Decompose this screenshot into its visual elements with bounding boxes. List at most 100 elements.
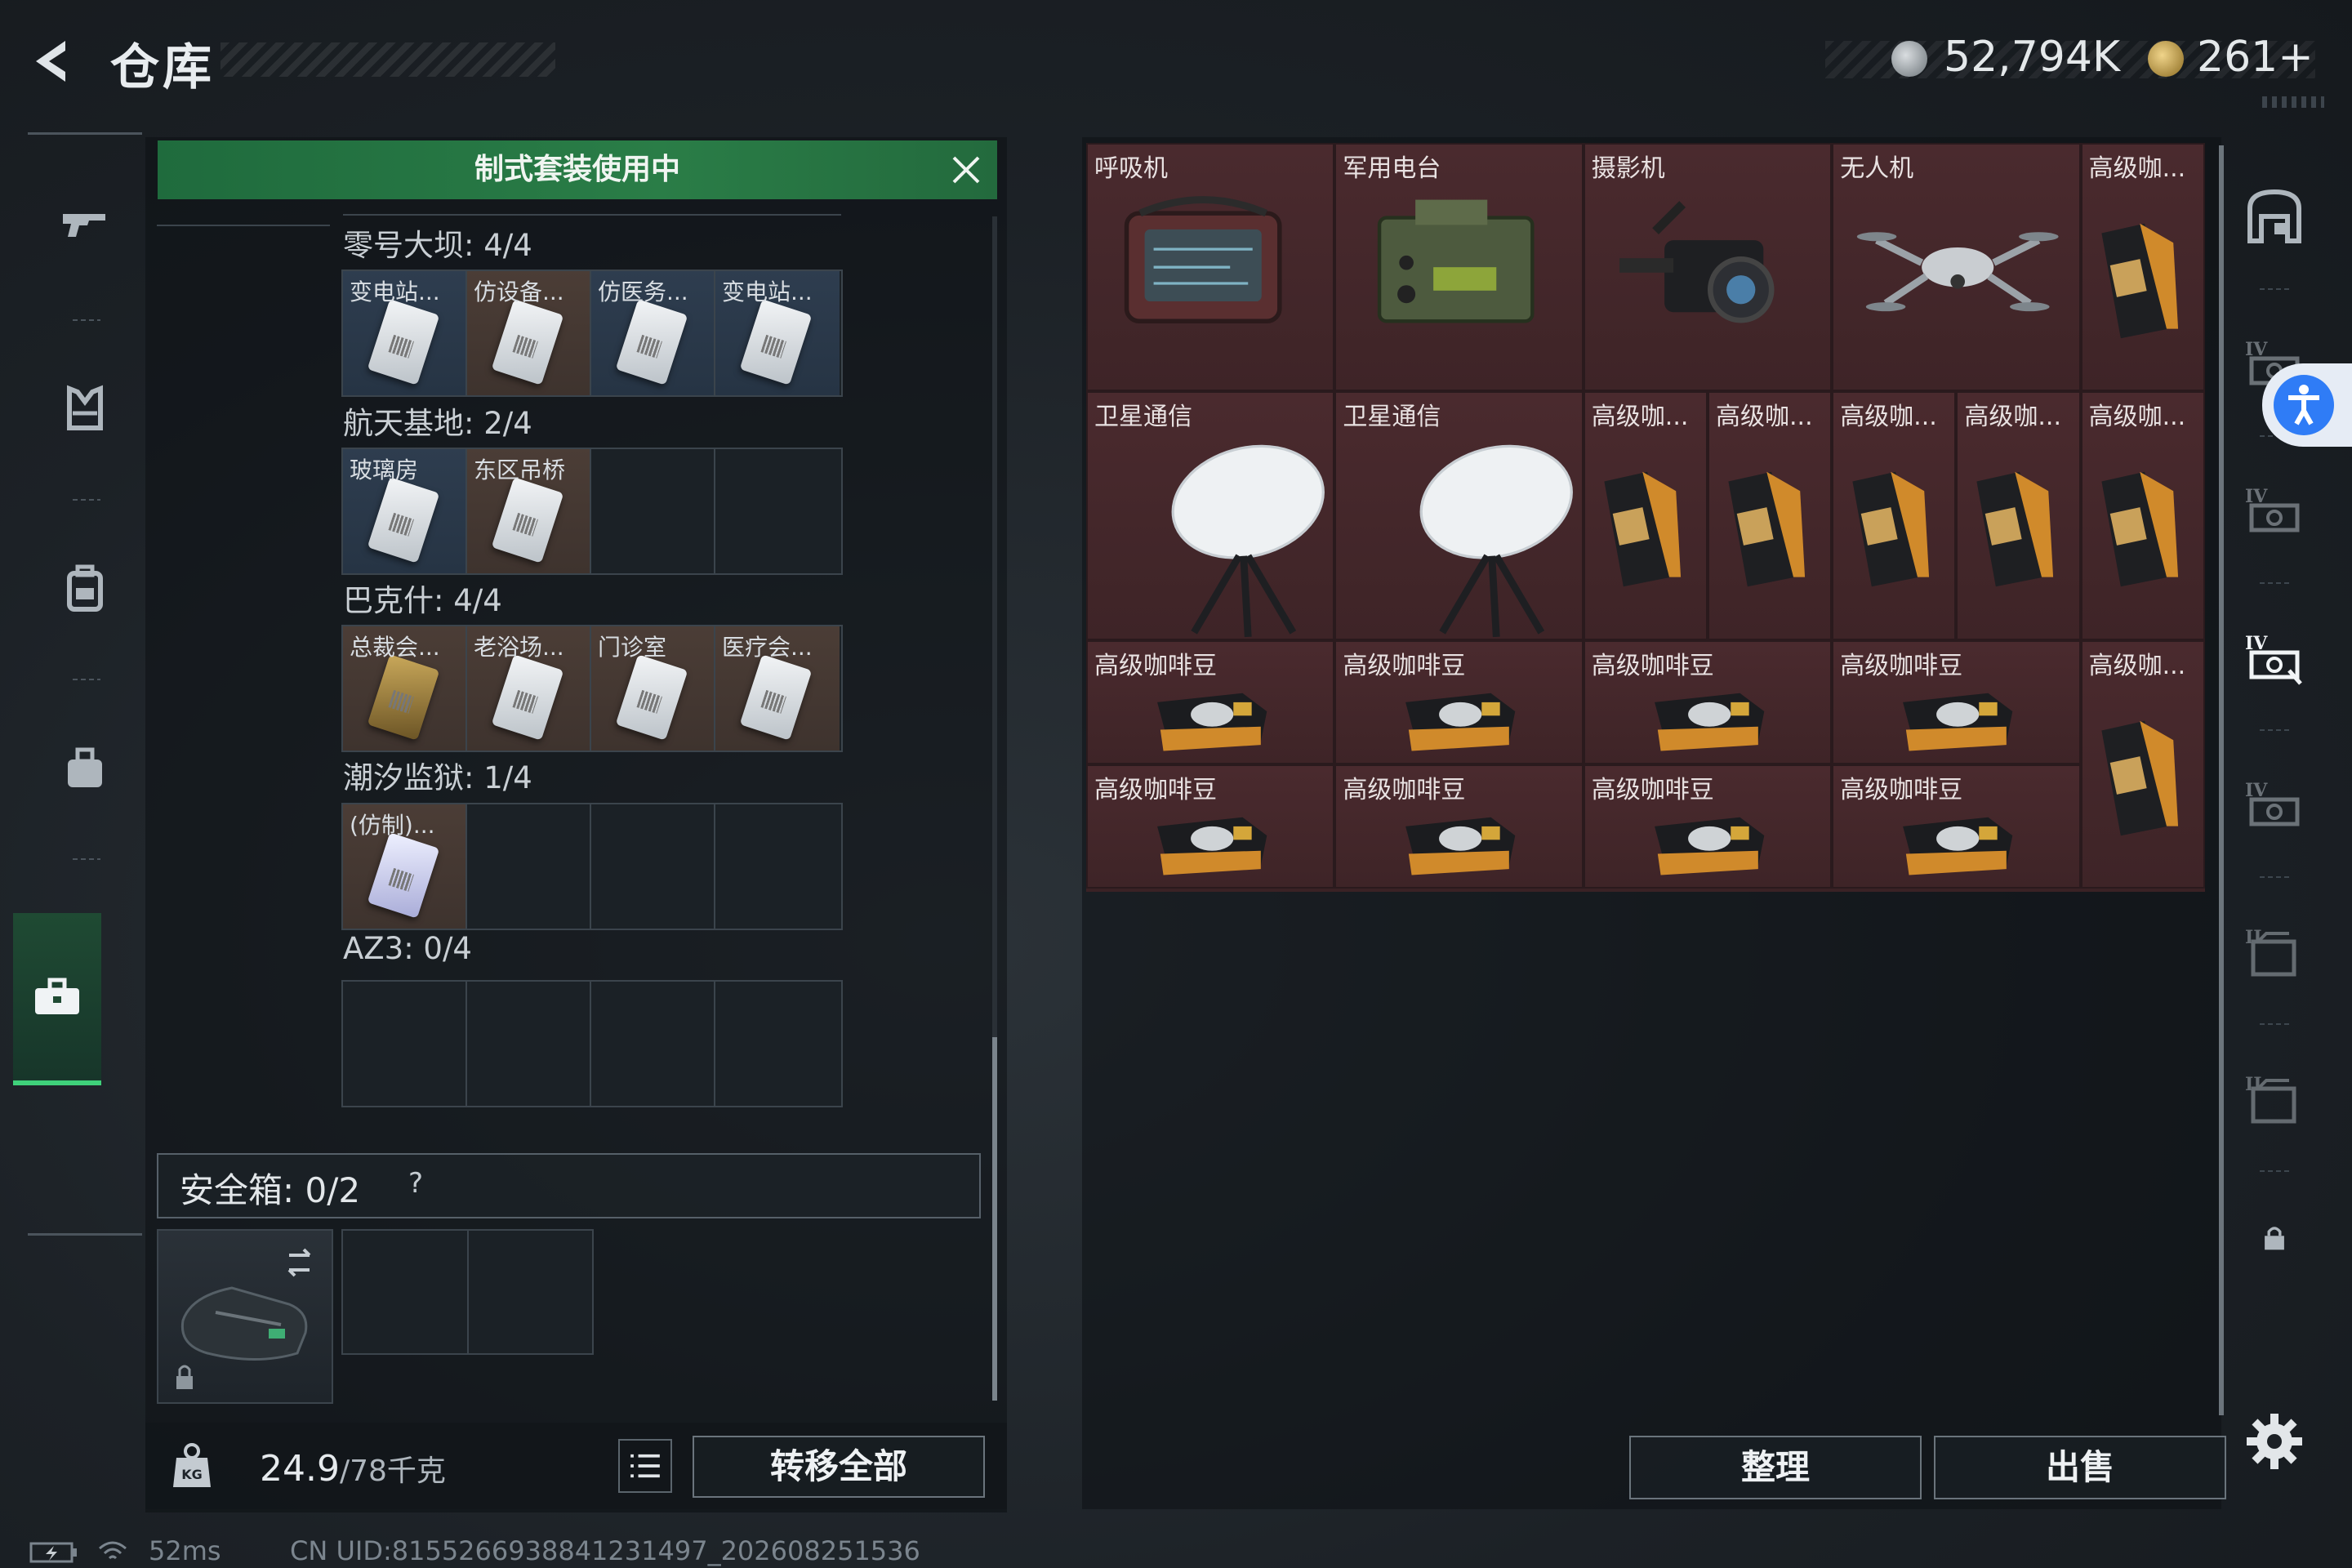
key-card-icon	[739, 654, 813, 741]
storage-item-cell[interactable]: 军用电台	[1334, 143, 1584, 392]
left-scrollbar-thumb[interactable]	[992, 1037, 997, 1401]
weight-capacity: /78千克	[339, 1454, 446, 1488]
decoration-dots	[2262, 96, 2324, 108]
sort-button[interactable]: 整理	[1629, 1436, 1922, 1499]
status-bar: 52ms CN UID:8155266938841231497_20260825…	[0, 1535, 2352, 1568]
svg-text:KG: KG	[181, 1467, 203, 1482]
back-button[interactable]	[24, 33, 82, 90]
nav-weapon[interactable]	[28, 135, 142, 314]
storage-item-cell[interactable]: 高级咖啡豆	[1086, 764, 1335, 889]
storage-iv-icon: IV	[2245, 633, 2302, 685]
safebox-slot[interactable]	[469, 1231, 593, 1353]
storage-item-cell[interactable]: 高级咖...	[1708, 391, 1833, 640]
key-slot-row: 总裁会... 老浴场... 门诊室 医疗会...	[341, 625, 843, 752]
weight-value: 24.9	[260, 1448, 340, 1490]
storage-scrollbar[interactable]	[2219, 145, 2224, 1415]
key-card-slot[interactable]: 变电站...	[715, 271, 840, 395]
key-card-slot[interactable]: 仿医务...	[591, 271, 715, 395]
empty-key-slot[interactable]	[715, 982, 840, 1106]
storage-item-cell[interactable]: 高级咖啡豆	[1583, 764, 1833, 889]
storage-item-label: 高级咖啡豆	[1591, 776, 1714, 804]
currency-gold-value[interactable]: 261+	[2197, 33, 2314, 82]
key-card-slot[interactable]: 总裁会...	[343, 626, 467, 751]
armor-icon	[67, 385, 103, 430]
uid-text: CN UID:8155266938841231497_202608251536	[290, 1535, 920, 1566]
nav-backpack[interactable]	[28, 499, 142, 679]
sell-button[interactable]: 出售	[1934, 1436, 2226, 1499]
storage-iv-icon: IV	[2245, 780, 2300, 826]
section-label: 零号大坝: 4/4	[343, 228, 532, 263]
storage-item-cell[interactable]: 高级咖...	[1956, 391, 2081, 640]
storage-item-label: 高级咖啡豆	[1343, 651, 1466, 680]
tab-storage-iv-3-active[interactable]: IV	[2225, 584, 2323, 731]
section-label: 巴克什: 4/4	[343, 583, 502, 618]
key-card-slot[interactable]: 仿设备...	[467, 271, 591, 395]
tab-storage-iv-4[interactable]: IV	[2225, 731, 2323, 878]
key-card-slot[interactable]: 医疗会...	[715, 626, 840, 751]
key-card-slot[interactable]: (仿制)...	[343, 804, 467, 929]
back-arrow-icon	[36, 41, 65, 82]
nav-toolbox-active[interactable]	[13, 913, 101, 1085]
tab-safe-house[interactable]	[2225, 143, 2323, 290]
empty-key-slot[interactable]	[591, 449, 715, 573]
empty-key-slot[interactable]	[467, 804, 591, 929]
key-card-icon	[367, 299, 440, 385]
key-card-slot[interactable]: 玻璃房	[343, 449, 467, 573]
storage-item-cell[interactable]: 高级咖啡豆	[1334, 764, 1584, 889]
empty-key-slot[interactable]	[591, 804, 715, 929]
settings-button[interactable]	[2242, 1409, 2307, 1474]
key-card-label: 东区吊桥	[474, 457, 566, 483]
tab-storage-ii-1[interactable]: II	[2225, 878, 2323, 1025]
key-card-label: 总裁会...	[350, 634, 440, 661]
empty-key-slot[interactable]	[343, 982, 467, 1106]
safebox-slot[interactable]	[343, 1231, 469, 1353]
hidden-slot-edge	[157, 200, 330, 226]
storage-item-cell[interactable]: 高级咖...	[2080, 639, 2205, 889]
storage-item-cell[interactable]: 无人机	[1832, 143, 2081, 392]
weight-readout: 24.9/78千克	[260, 1447, 446, 1490]
key-card-slot[interactable]: 老浴场...	[467, 626, 591, 751]
list-view-button[interactable]	[618, 1439, 672, 1493]
storage-ii-icon: II	[2245, 927, 2296, 977]
storage-item-cell[interactable]: 呼吸机	[1086, 143, 1335, 392]
storage-item-cell[interactable]: 高级咖啡豆	[1334, 639, 1584, 764]
storage-item-cell[interactable]: 摄影机	[1583, 143, 1833, 392]
storage-item-cell[interactable]: 高级咖啡豆	[1583, 639, 1833, 764]
key-card-label: 变电站...	[722, 278, 813, 305]
storage-item-cell[interactable]: 卫星通信	[1334, 391, 1584, 640]
key-card-icon	[615, 654, 688, 741]
nav-armor[interactable]	[28, 319, 142, 499]
key-card-slot[interactable]: 东区吊桥	[467, 449, 591, 573]
gold-coin-icon[interactable]	[2148, 41, 2184, 77]
section-label: 航天基地: 2/4	[343, 406, 532, 441]
key-card-slot[interactable]: 门诊室	[591, 626, 715, 751]
empty-key-slot[interactable]	[467, 982, 591, 1106]
empty-key-slot[interactable]	[591, 982, 715, 1106]
banner-close-button[interactable]	[947, 151, 985, 189]
weight-icon: KG	[172, 1441, 212, 1490]
storage-item-cell[interactable]: 高级咖...	[2080, 391, 2205, 640]
key-card-icon	[367, 832, 440, 919]
tab-storage-iv-2[interactable]: IV	[2225, 437, 2323, 584]
bag-icon	[68, 747, 102, 787]
storage-item-cell[interactable]: 高级咖...	[2080, 143, 2205, 392]
safebox-case-slot[interactable]	[157, 1229, 333, 1404]
key-card-slot[interactable]: 变电站...	[343, 271, 467, 395]
storage-item-cell[interactable]: 高级咖啡豆	[1832, 639, 2081, 764]
storage-item-cell[interactable]: 高级咖...	[1832, 391, 1957, 640]
nav-bag[interactable]	[28, 679, 142, 858]
gear-icon	[2247, 1414, 2302, 1469]
storage-item-cell[interactable]: 高级咖...	[1583, 391, 1708, 640]
storage-item-cell[interactable]: 高级咖啡豆	[1832, 764, 2081, 889]
transfer-all-button[interactable]: 转移全部	[693, 1436, 985, 1498]
key-card-label: (仿制)...	[350, 812, 435, 839]
empty-key-slot[interactable]	[715, 804, 840, 929]
key-card-label: 门诊室	[598, 634, 667, 661]
storage-item-cell[interactable]: 高级咖啡豆	[1086, 639, 1335, 764]
safebox-help-button[interactable]: ?	[399, 1166, 433, 1200]
storage-item-cell[interactable]: 卫星通信	[1086, 391, 1335, 640]
empty-key-slot[interactable]	[715, 449, 840, 573]
tab-locked[interactable]	[2225, 1172, 2323, 1303]
storage-item-label: 高级咖...	[1716, 403, 1813, 432]
tab-storage-ii-2[interactable]: II	[2225, 1025, 2323, 1172]
